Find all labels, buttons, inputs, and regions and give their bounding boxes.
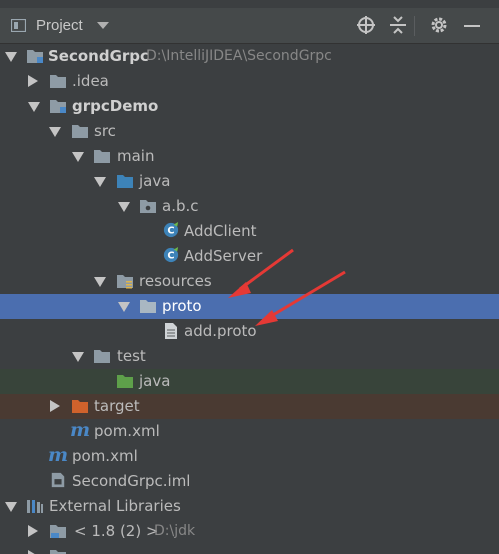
tree-node-resources[interactable]: resources [0, 269, 499, 294]
text-file-icon [165, 323, 177, 339]
tree-node-addserver[interactable]: C AddServer [0, 244, 499, 269]
maven-icon: m [70, 419, 91, 441]
tree-label: .idea [72, 72, 109, 90]
tree-label: src [94, 122, 116, 140]
expand-arrow-icon[interactable] [5, 52, 17, 62]
tree-label: java [139, 372, 171, 390]
tree-label: < 1.8 (2) > [74, 522, 159, 540]
tree-label: AddClient [184, 222, 257, 240]
project-name: SecondGrpc [48, 47, 149, 65]
folder-icon [94, 350, 110, 363]
tree-node-package[interactable]: a.b.c [0, 194, 499, 219]
tree-node-addclient[interactable]: C AddClient [0, 219, 499, 244]
tree-node-grpcdemo[interactable]: grpcDemo [0, 94, 499, 119]
project-path: D:\IntelliJIDEA\SecondGrpc [146, 48, 332, 64]
expand-arrow-icon[interactable] [49, 127, 61, 137]
tree-label: pom.xml [94, 422, 160, 440]
project-view-title[interactable]: Project [36, 17, 83, 34]
class-icon: C [163, 222, 179, 238]
module-name: grpcDemo [72, 97, 159, 115]
module-folder-icon [50, 100, 66, 113]
tree-label: pom.xml [72, 447, 138, 465]
expand-arrow-icon[interactable] [50, 400, 60, 412]
jdk-path: D:\jdk [154, 523, 196, 539]
module-folder-icon [27, 50, 43, 63]
tree-label: add.proto [184, 322, 257, 340]
resources-folder-icon [117, 275, 133, 289]
folder-icon [94, 150, 110, 163]
expand-arrow-icon[interactable] [118, 302, 130, 312]
tree-node-java-test[interactable]: java [0, 369, 499, 394]
tree-label: main [117, 147, 155, 165]
gear-icon[interactable] [429, 15, 449, 35]
svg-text:C: C [167, 226, 174, 237]
tree-node-main[interactable]: main [0, 144, 499, 169]
tree-label: target [94, 397, 140, 415]
folder-icon [50, 75, 66, 88]
source-folder-icon [117, 175, 133, 188]
tree-node-test[interactable]: test [0, 344, 499, 369]
chevron-down-icon[interactable] [97, 22, 109, 29]
tree-node-java-main[interactable]: java [0, 169, 499, 194]
target-icon[interactable] [356, 15, 376, 35]
tree-node-src[interactable]: src [0, 119, 499, 144]
tree-node-root-pom[interactable]: m pom.xml [0, 444, 499, 469]
test-folder-icon [117, 375, 133, 388]
minimize-icon[interactable] [462, 15, 482, 35]
folder-icon [140, 300, 156, 313]
module-file-icon [51, 472, 65, 488]
expand-arrow-icon[interactable] [28, 525, 38, 537]
tree-label: AddServer [184, 247, 263, 265]
expand-arrow-icon[interactable] [118, 202, 130, 212]
tree-label: java [139, 172, 171, 190]
package-icon [140, 200, 156, 213]
library-icon [27, 500, 43, 513]
title-bar-remnant [0, 0, 499, 8]
expand-arrow-icon[interactable] [72, 352, 84, 362]
expand-arrow-icon[interactable] [5, 502, 17, 512]
tree-node-jdk[interactable]: < 1.8 (2) > D:\jdk [0, 519, 499, 544]
project-tool-window-header: Project [0, 8, 499, 44]
tree-label: a.b.c [162, 197, 199, 215]
toolbar-separator [414, 16, 415, 36]
expand-arrow-icon[interactable] [28, 102, 40, 112]
tree-node-external-libraries[interactable]: External Libraries [0, 494, 499, 519]
tree-label: test [117, 347, 146, 365]
expand-arrow-icon[interactable] [72, 152, 84, 162]
tree-label: External Libraries [49, 497, 181, 515]
expand-arrow-icon[interactable] [94, 277, 106, 287]
tree-node-idea[interactable]: .idea [0, 69, 499, 94]
expand-arrow-icon[interactable] [94, 177, 106, 187]
tree-node-partial[interactable] [0, 544, 499, 554]
project-window-icon [11, 19, 26, 32]
tree-label: resources [139, 272, 212, 290]
maven-icon: m [48, 444, 69, 466]
tree-label: proto [162, 297, 202, 315]
tree-node-target[interactable]: target [0, 394, 499, 419]
jdk-folder-icon [50, 525, 66, 538]
svg-text:C: C [167, 251, 174, 262]
tree-node-addproto[interactable]: add.proto [0, 319, 499, 344]
tree-label: SecondGrpc.iml [72, 472, 191, 490]
class-icon: C [163, 247, 179, 263]
expand-arrow-icon[interactable] [28, 75, 38, 87]
tree-node-secondgrpc[interactable]: SecondGrpc D:\IntelliJIDEA\SecondGrpc [0, 44, 499, 69]
collapse-icon[interactable] [388, 15, 408, 35]
expand-arrow-icon[interactable] [28, 550, 38, 554]
project-tree: SecondGrpc D:\IntelliJIDEA\SecondGrpc .i… [0, 44, 499, 554]
excluded-folder-icon [72, 400, 88, 413]
tree-node-proto[interactable]: proto [0, 294, 499, 319]
folder-icon [72, 125, 88, 138]
tree-node-iml[interactable]: SecondGrpc.iml [0, 469, 499, 494]
folder-icon [50, 550, 66, 554]
tree-node-module-pom[interactable]: m pom.xml [0, 419, 499, 444]
